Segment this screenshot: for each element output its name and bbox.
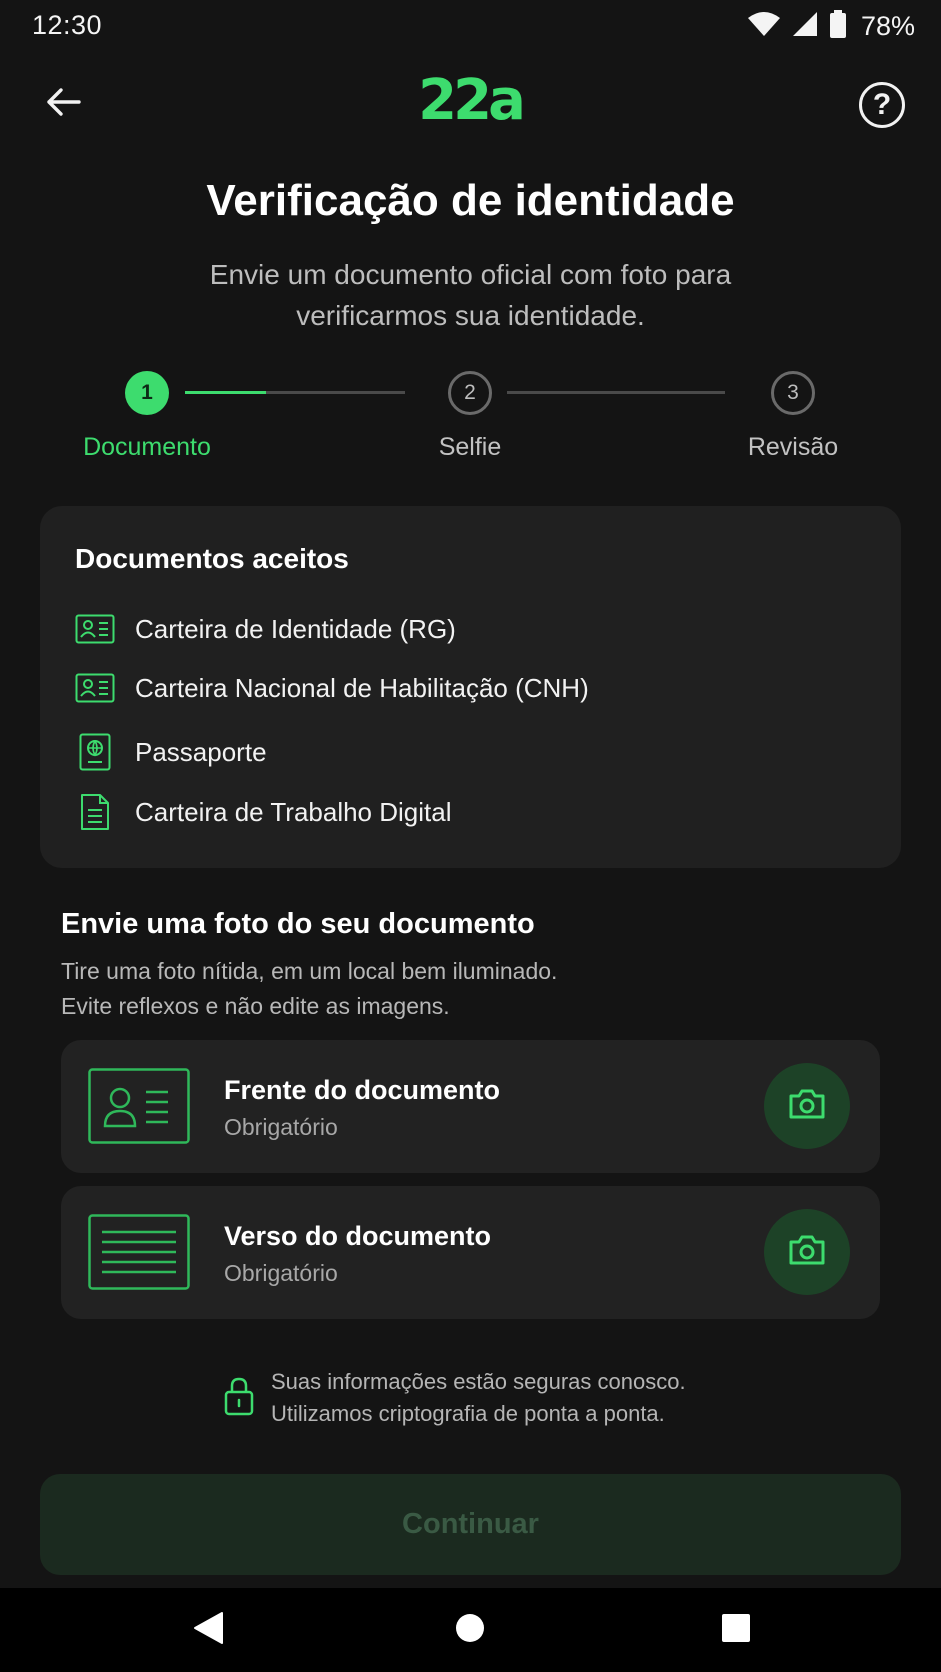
step-3-indicator: 3 [771, 371, 815, 415]
page-subtitle: Envie um documento oficial com foto para… [209, 259, 732, 331]
step-2-indicator: 2 [448, 371, 492, 415]
camera-icon [788, 1234, 826, 1271]
accepted-doc-item: Carteira de Trabalho Digital [75, 794, 452, 830]
accepted-doc-label: Carteira de Trabalho Digital [135, 796, 452, 827]
step-1-indicator: 1 [125, 371, 169, 415]
back-document-title: Verso do documento [224, 1221, 492, 1251]
accepted-documents-title: Documentos aceitos [75, 543, 349, 574]
accepted-doc-item: Passaporte [75, 733, 267, 771]
security-note-line-1: Suas informações estão seguras conosco. [271, 1369, 686, 1394]
help-button[interactable]: ? [859, 82, 905, 128]
front-camera-button[interactable] [764, 1063, 850, 1149]
nav-recents-button[interactable] [708, 1602, 764, 1658]
wifi-icon [747, 11, 781, 42]
security-note-line-2: Utilizamos criptografia de ponta a ponta… [271, 1401, 665, 1426]
upload-section-title: Envie uma foto do seu documento [61, 908, 535, 940]
continue-button[interactable]: Continuar [40, 1474, 901, 1575]
accepted-doc-label: Carteira de Identidade (RG) [135, 613, 456, 644]
upload-desc-line-2: Evite reflexos e não edite as imagens. [61, 993, 450, 1019]
status-time: 12:30 [32, 10, 103, 40]
step-1-label: Documento [83, 433, 211, 461]
front-document-required: Obrigatório [224, 1114, 338, 1140]
step-progress-fill [185, 391, 267, 394]
security-note: Suas informações estão seguras conosco. … [271, 1366, 686, 1430]
back-document-required: Obrigatório [224, 1260, 338, 1286]
nav-home-button[interactable] [442, 1602, 498, 1658]
lock-icon [222, 1376, 256, 1421]
nav-back-button[interactable] [180, 1602, 236, 1658]
question-icon: ? [872, 88, 892, 121]
square-recents-icon [721, 1613, 751, 1648]
circle-home-icon [455, 1613, 485, 1648]
signal-icon [791, 11, 819, 42]
id-card-back-icon [88, 1214, 190, 1290]
id-card-icon [75, 612, 115, 646]
system-navigation-bar [0, 1588, 941, 1672]
back-camera-button[interactable] [764, 1209, 850, 1295]
page-title: Verificação de identidade [206, 176, 735, 225]
triangle-back-icon [192, 1611, 224, 1650]
step-connector-2 [507, 391, 725, 394]
upload-section-description: Tire uma foto nítida, em um local bem il… [61, 954, 557, 1024]
accepted-doc-label: Carteira Nacional de Habilitação (CNH) [135, 672, 589, 703]
battery-percent: 78% [860, 11, 915, 41]
app-logo: 22a [418, 68, 526, 133]
upload-desc-line-1: Tire uma foto nítida, em um local bem il… [61, 958, 558, 984]
back-button[interactable] [36, 80, 90, 128]
arrow-left-icon [45, 87, 81, 122]
front-document-title: Frente do documento [224, 1075, 500, 1105]
accepted-doc-item: Carteira Nacional de Habilitação (CNH) [75, 671, 589, 705]
status-icons: 78% [747, 10, 915, 43]
battery-icon [829, 10, 847, 43]
id-card-icon [75, 671, 115, 705]
passport-icon [75, 733, 115, 771]
id-card-front-icon [88, 1068, 190, 1144]
step-2-label: Selfie [438, 433, 502, 461]
step-3-label: Revisão [747, 433, 839, 461]
document-icon [75, 794, 115, 830]
accepted-doc-item: Carteira de Identidade (RG) [75, 612, 456, 646]
camera-icon [788, 1088, 826, 1125]
accepted-doc-label: Passaporte [135, 736, 267, 767]
